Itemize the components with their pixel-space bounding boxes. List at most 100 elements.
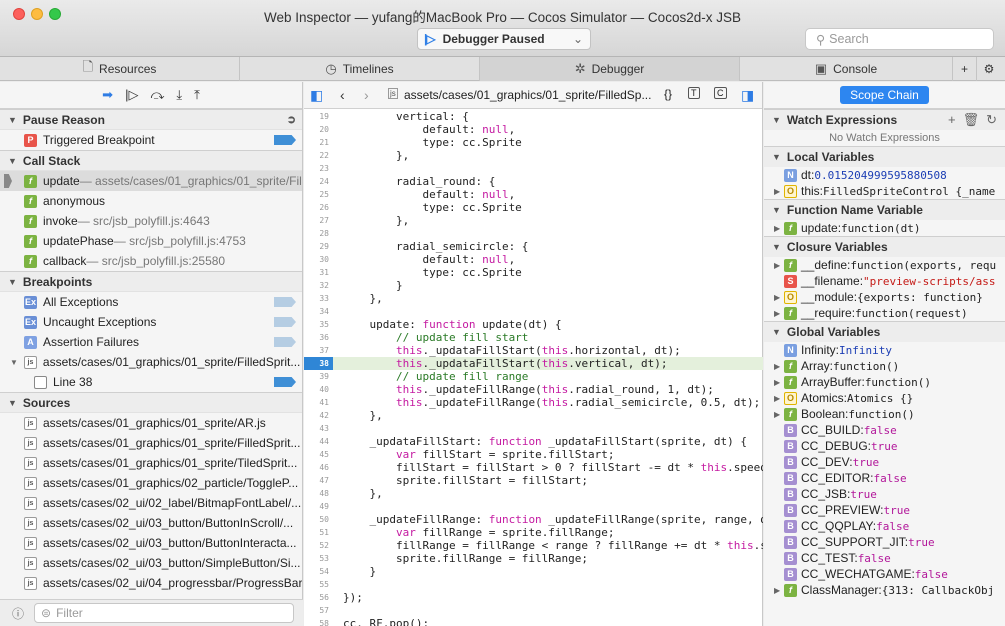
code-line[interactable]: 23 [304,162,763,175]
settings-button[interactable]: ⚙ [977,57,1001,81]
source-item[interactable]: js assets/cases/01_graphics/01_sprite/AR.… [0,413,302,433]
line-number[interactable]: 43 [304,422,333,435]
line-number[interactable]: 32 [304,279,333,292]
code-line[interactable]: 55 [304,578,763,591]
filter-options-icon[interactable]: ⓘ [12,605,24,622]
code-line[interactable]: 40 this._updateFillRange(this.radial_rou… [304,383,763,396]
code-line[interactable]: 39 // update fill range [304,370,763,383]
line-number[interactable]: 28 [304,227,333,240]
line-number[interactable]: 23 [304,162,333,175]
line-number[interactable]: 29 [304,240,333,253]
code-line[interactable]: 58 cc._RF.pop(); [304,617,763,626]
line-number[interactable]: 21 [304,136,333,149]
breakpoint-item[interactable]: Ex All Exceptions [0,292,302,312]
code-line[interactable]: 56}); [304,591,763,604]
code-line[interactable]: 49 [304,500,763,513]
breakpoint-flag-icon[interactable] [274,297,296,307]
code-line[interactable]: 44 _updataFillStart: function _updataFil… [304,435,763,448]
step-out-icon[interactable]: ⤒ [194,87,200,103]
line-number[interactable]: 51 [304,526,333,539]
call-frame[interactable]: f update — assets/cases/01_graphics/01_sp… [0,171,302,191]
variable-row[interactable]: B CC_TEST: false [764,550,1005,566]
code-line[interactable]: 52 fillRange = fillRange < range ? fillR… [304,539,763,552]
breakpoint-item[interactable]: A Assertion Failures [0,332,302,352]
breakpoints-toggle-icon[interactable]: ➡ [102,87,113,103]
call-frame[interactable]: f callback — src/jsb_polyfill.js:25580 [0,251,302,271]
forward-arrow-icon[interactable]: › [364,87,369,103]
scope-chain-tab[interactable]: Scope Chain [840,86,929,104]
line-number[interactable]: 31 [304,266,333,279]
code-line[interactable]: 54 } [304,565,763,578]
code-line[interactable]: 37 this._updataFillStart(this.horizontal… [304,344,763,357]
code-line[interactable]: 24 radial_round: { [304,175,763,188]
line-number[interactable]: 55 [304,578,333,591]
line-number[interactable]: 45 [304,448,333,461]
coverage-icon[interactable]: C [714,87,727,99]
line-number[interactable]: 26 [304,201,333,214]
new-tab-button[interactable]: + [953,57,977,81]
line-number[interactable]: 36 [304,331,333,344]
breakpoint-flag-icon[interactable] [274,337,296,347]
line-number[interactable]: 49 [304,500,333,513]
breakpoint-item[interactable]: Ex Uncaught Exceptions [0,312,302,332]
code-line[interactable]: 28 [304,227,763,240]
disclosure-closed-icon[interactable]: ▶ [774,309,784,318]
code-line[interactable]: 30 default: null, [304,253,763,266]
code-line[interactable]: 33 }, [304,292,763,305]
search-field[interactable]: ⚲ Search [805,28,994,50]
disclosure-closed-icon[interactable]: ▶ [774,187,784,196]
code-line[interactable]: 45 var fillStart = sprite.fillStart; [304,448,763,461]
step-into-icon[interactable]: ⤓ [176,87,182,103]
tab-resources[interactable]: 🗋 Resources [0,57,240,81]
source-item[interactable]: js assets/cases/01_graphics/01_sprite/Fil… [0,433,302,453]
code-line[interactable]: 29 radial_semicircle: { [304,240,763,253]
tab-console[interactable]: ▣ Console [740,57,953,81]
source-item[interactable]: js assets/cases/02_ui/03_button/SimpleBut… [0,553,302,573]
back-arrow-icon[interactable]: ‹ [340,87,345,103]
local-variables-header[interactable]: ▼ Local Variables [764,146,1005,167]
variable-row[interactable]: ▶ Othis: FilledSpriteControl {_name [764,183,1005,199]
line-number[interactable]: 41 [304,396,333,409]
line-number[interactable]: 19 [304,110,333,123]
disclosure-closed-icon[interactable]: ▶ [774,410,784,419]
disclosure-closed-icon[interactable]: ▶ [774,293,784,302]
continue-icon[interactable]: |▷ [125,87,138,103]
code-line[interactable]: 51 var fillRange = sprite.fillRange; [304,526,763,539]
refresh-icon[interactable]: ↻ [986,112,997,128]
variable-row[interactable]: ▶ f ClassManager: {313: CallbackObj [764,582,1005,598]
line-number[interactable]: 27 [304,214,333,227]
trash-icon[interactable]: 🗑 [963,112,980,128]
sources-header[interactable]: ▼ Sources [0,392,302,413]
editor-path-breadcrumb[interactable]: assets/cases/01_graphics/01_sprite/Fille… [404,88,651,102]
call-frame[interactable]: f invoke — src/jsb_polyfill.js:4643 [0,211,302,231]
pause-reason-item[interactable]: P Triggered Breakpoint [0,130,302,150]
disclosure-closed-icon[interactable]: ▶ [774,224,784,233]
watch-expressions-header[interactable]: ▼ Watch Expressions + 🗑 ↻ [764,109,1005,130]
disclosure-closed-icon[interactable]: ▶ [774,362,784,371]
code-line[interactable]: 32 } [304,279,763,292]
source-item[interactable]: js assets/cases/02_ui/03_button/ButtonInS… [0,513,302,533]
code-area[interactable]: 19 vertical: {20 default: null, 21 type: … [304,110,763,626]
code-line[interactable]: 21 type: cc.Sprite [304,136,763,149]
variable-row[interactable]: B CC_DEV: true [764,454,1005,470]
variable-row[interactable]: ▶ O __module: {exports: function} [764,289,1005,305]
details-sidebar-toggle-icon[interactable]: ◨ [741,87,754,104]
code-line[interactable]: 31 type: cc.Sprite [304,266,763,279]
line-number[interactable]: 52 [304,539,333,552]
line-number[interactable]: 53 [304,552,333,565]
code-line[interactable]: 42 }, [304,409,763,422]
code-line[interactable]: 41 this._updateFillRange(this.radial_sem… [304,396,763,409]
line-number[interactable]: 30 [304,253,333,266]
type-icon[interactable]: T [688,87,700,99]
line-number[interactable]: 42 [304,409,333,422]
variable-row[interactable]: S __filename: "preview-scripts/ass [764,273,1005,289]
variable-row[interactable]: ▶ f ArrayBuffer: function() [764,374,1005,390]
line-number[interactable]: 56 [304,591,333,604]
code-line[interactable]: 26 type: cc.Sprite [304,201,763,214]
code-line[interactable]: 38 this._updataFillStart(this.vertical, … [304,357,763,370]
call-frame[interactable]: f anonymous [0,191,302,211]
line-number[interactable]: 38 [304,357,333,370]
variable-row[interactable]: B CC_SUPPORT_JIT: true [764,534,1005,550]
variable-row[interactable]: ▶ f __define: function(exports, requ [764,257,1005,273]
disclosure-closed-icon[interactable]: ▶ [774,261,784,270]
